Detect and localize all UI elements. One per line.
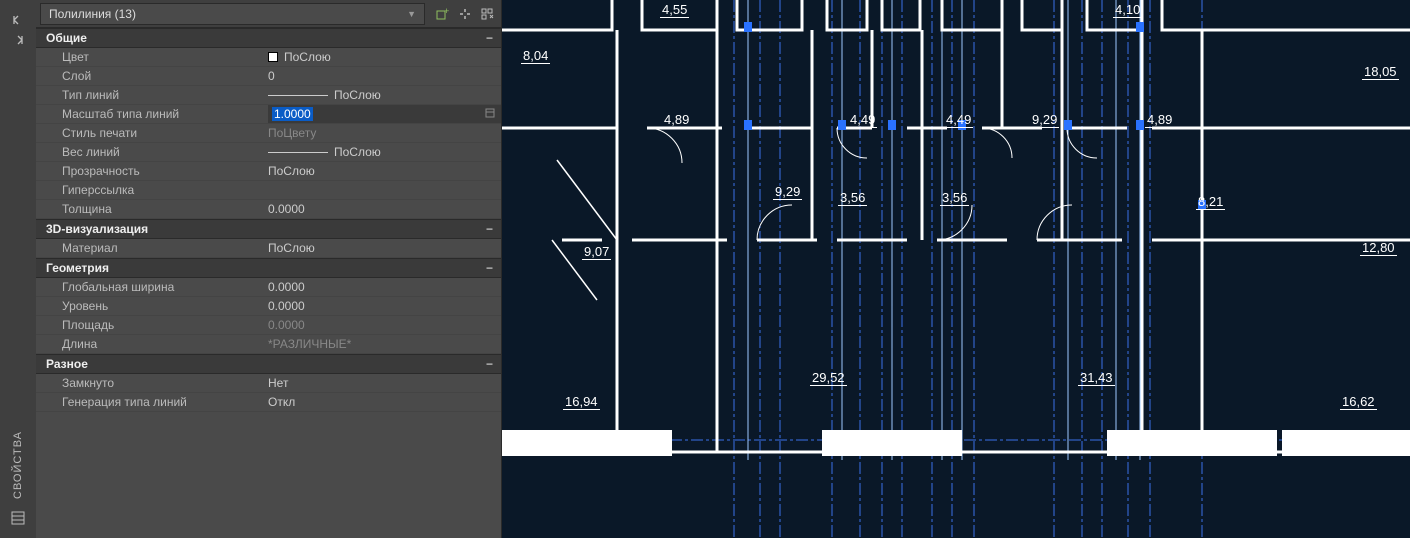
prop-row-color[interactable]: Цвет ПоСлою	[36, 48, 501, 67]
prop-row-lweight[interactable]: Вес линий ПоСлою	[36, 143, 501, 162]
prop-row-global-width[interactable]: Глобальная ширина 0.0000	[36, 278, 501, 297]
section-header-general[interactable]: Общие −	[36, 28, 501, 48]
dim-label: 8,04	[521, 48, 550, 64]
dim-label: 18,05	[1362, 64, 1399, 80]
dim-label: 4,89	[662, 112, 691, 128]
dim-label: 9,29	[773, 184, 802, 200]
lineweight-preview	[268, 152, 328, 153]
svg-text:+: +	[444, 7, 449, 16]
quick-select-icon[interactable]	[479, 6, 495, 22]
workspace: СВОЙСТВА Полилиния (13) ▼ +	[0, 0, 1410, 538]
dim-label: 4,55	[660, 2, 689, 18]
toggle-pickadd-icon[interactable]: +	[435, 6, 451, 22]
prop-row-hyperlink[interactable]: Гиперссылка	[36, 181, 501, 200]
section-header-3d[interactable]: 3D-визуализация −	[36, 219, 501, 239]
prop-row-closed[interactable]: Замкнуто Нет	[36, 374, 501, 393]
prop-row-layer[interactable]: Слой 0	[36, 67, 501, 86]
dim-label: 9,29	[1030, 112, 1059, 128]
prop-row-elevation[interactable]: Уровень 0.0000	[36, 297, 501, 316]
dim-label: 4,10	[1113, 2, 1142, 18]
palette-title: СВОЙСТВА	[12, 431, 24, 499]
dim-label: 4,89	[1145, 112, 1174, 128]
drawing-canvas[interactable]	[502, 0, 1410, 538]
chevron-down-icon: ▼	[407, 9, 416, 19]
prop-row-length[interactable]: Длина *РАЗЛИЧНЫЕ*	[36, 335, 501, 354]
dim-label: 16,94	[563, 394, 600, 410]
header-icons: +	[429, 6, 501, 22]
prop-row-material[interactable]: Материал ПоСлою	[36, 239, 501, 258]
palette-header: Полилиния (13) ▼ +	[36, 0, 501, 28]
dim-label: 31,43	[1078, 370, 1115, 386]
section-header-misc[interactable]: Разное −	[36, 354, 501, 374]
prop-row-area[interactable]: Площадь 0.0000	[36, 316, 501, 335]
prop-row-pstyle[interactable]: Стиль печати ПоЦвету	[36, 124, 501, 143]
collapse-icon: −	[486, 261, 493, 275]
prop-row-transparency[interactable]: Прозрачность ПоСлою	[36, 162, 501, 181]
dim-label: 29,52	[810, 370, 847, 386]
color-swatch	[268, 52, 278, 62]
prop-row-ltype[interactable]: Тип линий ПоСлою	[36, 86, 501, 105]
section-header-geometry[interactable]: Геометрия −	[36, 258, 501, 278]
properties-palette: Полилиния (13) ▼ + Общие −	[36, 0, 502, 538]
object-type-selector[interactable]: Полилиния (13) ▼	[40, 3, 425, 25]
calculator-icon[interactable]	[485, 108, 497, 120]
properties-icon[interactable]	[11, 511, 25, 528]
dim-label: 4,49	[848, 112, 877, 128]
linetype-preview	[268, 95, 328, 96]
sidebar-strip: СВОЙСТВА	[0, 0, 36, 538]
collapse-icon: −	[486, 357, 493, 371]
dim-label: 3,56	[940, 190, 969, 206]
dim-label: 12,80	[1360, 240, 1397, 256]
ltscale-input[interactable]: 1.0000	[268, 105, 501, 123]
collapse-icon: −	[486, 31, 493, 45]
select-objects-icon[interactable]	[457, 6, 473, 22]
dim-label: 4,49	[944, 112, 973, 128]
dim-label: 9,07	[582, 244, 611, 260]
prop-row-thickness[interactable]: Толщина 0.0000	[36, 200, 501, 219]
prop-row-ltgen[interactable]: Генерация типа линий Откл	[36, 393, 501, 412]
dim-label: 8,21	[1196, 194, 1225, 210]
prop-row-ltscale[interactable]: Масштаб типа линий 1.0000	[36, 105, 501, 124]
dim-label: 16,62	[1340, 394, 1377, 410]
collapse-right-icon[interactable]	[13, 34, 23, 48]
collapse-icon: −	[486, 222, 493, 236]
dim-label: 3,56	[838, 190, 867, 206]
selector-text: Полилиния (13)	[49, 7, 136, 21]
collapse-left-icon[interactable]	[13, 14, 23, 28]
